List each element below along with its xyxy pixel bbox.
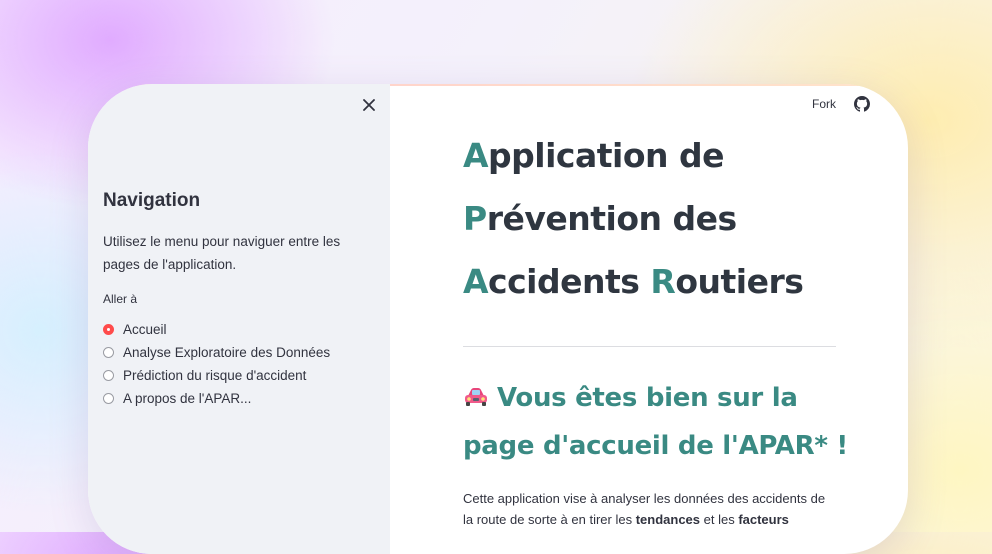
page-radio-group: Accueil Analyse Exploratoire des Données… — [103, 318, 330, 410]
welcome-line-2: page d'accueil de l'APAR* ! — [463, 431, 848, 461]
radio-option-label: Prédiction du risque d'accident — [123, 368, 307, 383]
welcome-text: Vous êtes bien sur la — [497, 383, 798, 413]
radio-selected-icon[interactable] — [103, 324, 114, 335]
radio-unselected-icon[interactable] — [103, 393, 114, 404]
sidebar-description-line1: Utilisez le menu pour naviguer entre les — [103, 234, 341, 249]
title-initial: P — [463, 199, 487, 238]
radio-option-prediction[interactable]: Prédiction du risque d'accident — [103, 364, 330, 387]
intro-bold: facteurs — [738, 512, 789, 527]
sidebar-title: Navigation — [103, 190, 201, 211]
radio-group-label: Aller à — [103, 292, 138, 306]
radio-option-label: Accueil — [123, 322, 167, 337]
title-initial: A — [463, 136, 489, 175]
title-initial: A — [463, 262, 489, 301]
fork-link[interactable]: Fork — [812, 97, 836, 111]
app-title: Application de Prévention des Accidents … — [463, 124, 843, 313]
title-text: outiers — [675, 262, 804, 301]
intro-paragraph: Cette application vise à analyser les do… — [463, 488, 843, 530]
car-icon — [463, 376, 489, 406]
title-line-2: Prévention des — [463, 187, 843, 250]
radio-option-apropos[interactable]: A propos de l'APAR... — [103, 387, 330, 410]
title-text: révention des — [486, 199, 737, 238]
intro-text: la route de sorte à en tirer les — [463, 512, 636, 527]
intro-bold: tendances — [635, 512, 701, 527]
radio-option-accueil[interactable]: Accueil — [103, 318, 330, 341]
sidebar-description: Utilisez le menu pour naviguer entre les… — [103, 230, 363, 276]
intro-line-1: Cette application vise à analyser les do… — [463, 491, 826, 506]
title-text: pplication de — [488, 136, 724, 175]
github-icon[interactable] — [854, 96, 870, 112]
welcome-line-1: Vous êtes bien sur la — [463, 374, 843, 422]
radio-option-label: A propos de l'APAR... — [123, 391, 252, 406]
header-actions: Fork — [812, 96, 870, 112]
section-divider — [463, 346, 836, 347]
sidebar-description-line2: pages de l'application. — [103, 257, 237, 272]
close-icon — [363, 98, 375, 116]
close-sidebar-button[interactable] — [358, 96, 380, 118]
intro-text: et les — [700, 512, 739, 527]
title-initial: R — [650, 262, 676, 301]
radio-unselected-icon[interactable] — [103, 370, 114, 381]
radio-option-label: Analyse Exploratoire des Données — [123, 345, 331, 360]
title-text: ccidents — [488, 262, 651, 301]
title-line-1: Application de — [463, 124, 843, 187]
radio-unselected-icon[interactable] — [103, 347, 114, 358]
welcome-heading: Vous êtes bien sur la page d'accueil de … — [463, 374, 848, 470]
sidebar: Navigation Utilisez le menu pour navigue… — [88, 84, 390, 554]
title-line-3: Accidents Routiers — [463, 250, 843, 313]
radio-option-analyse[interactable]: Analyse Exploratoire des Données — [103, 341, 330, 364]
app-window: Navigation Utilisez le menu pour navigue… — [88, 84, 908, 554]
